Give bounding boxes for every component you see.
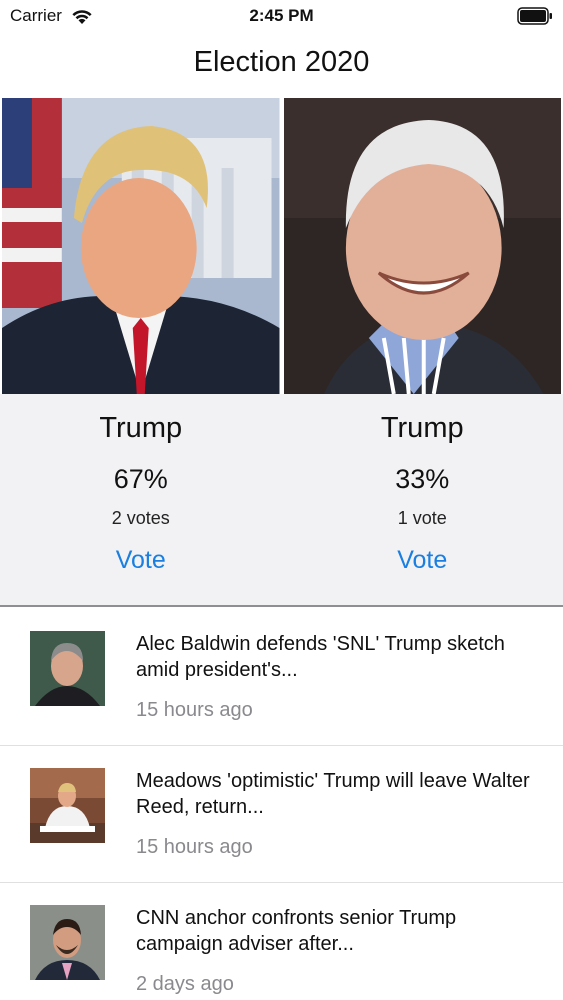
- baldwin-thumbnail-image: [30, 631, 105, 706]
- candidate-result-right: Trump 33% 1 vote Vote: [282, 394, 563, 605]
- news-timestamp: 15 hours ago: [136, 836, 253, 858]
- news-thumbnail: [30, 768, 105, 843]
- page-title: Election 2020: [193, 46, 370, 78]
- news-timestamp: 2 days ago: [136, 973, 234, 995]
- status-bar: Carrier 2:45 PM: [0, 0, 563, 32]
- trump-portrait-image: [2, 98, 280, 394]
- status-time: 2:45 PM: [249, 6, 314, 25]
- news-title: Meadows 'optimistic' Trump will leave Wa…: [136, 770, 530, 818]
- news-timestamp: 15 hours ago: [136, 699, 253, 721]
- candidate-name: Trump: [99, 412, 183, 444]
- candidate-vote-count: 2 votes: [111, 508, 170, 528]
- news-title: CNN anchor confronts senior Trump campai…: [136, 907, 457, 955]
- news-title: Alec Baldwin defends 'SNL' Trump sketch …: [136, 633, 505, 681]
- candidate-name: Trump: [380, 412, 464, 444]
- candidate-percent: 33%: [395, 464, 450, 494]
- biden-portrait-image: [283, 98, 561, 394]
- vote-button[interactable]: Vote: [397, 546, 447, 575]
- adviser-thumbnail-image: [30, 905, 105, 980]
- news-item[interactable]: Alec Baldwin defends 'SNL' Trump sketch …: [0, 609, 563, 746]
- vote-button[interactable]: Vote: [116, 546, 166, 575]
- news-list: Alec Baldwin defends 'SNL' Trump sketch …: [0, 609, 563, 1000]
- candidate-vote-count: 1 vote: [397, 508, 447, 528]
- news-item[interactable]: Meadows 'optimistic' Trump will leave Wa…: [0, 746, 563, 883]
- candidate-percent: 67%: [113, 464, 168, 494]
- candidate-photo-left[interactable]: [2, 98, 280, 394]
- news-thumbnail: [30, 631, 105, 706]
- battery-icon: [517, 7, 552, 25]
- candidate-photo-right[interactable]: [283, 98, 561, 394]
- news-thumbnail: [30, 905, 105, 980]
- results-panel: Trump 67% 2 votes Vote Trump 33% 1 vote …: [0, 394, 563, 607]
- candidate-photos: [2, 98, 561, 394]
- trump-desk-thumbnail-image: [30, 768, 105, 843]
- candidate-result-left: Trump 67% 2 votes Vote: [0, 394, 282, 605]
- news-item[interactable]: CNN anchor confronts senior Trump campai…: [0, 883, 563, 1000]
